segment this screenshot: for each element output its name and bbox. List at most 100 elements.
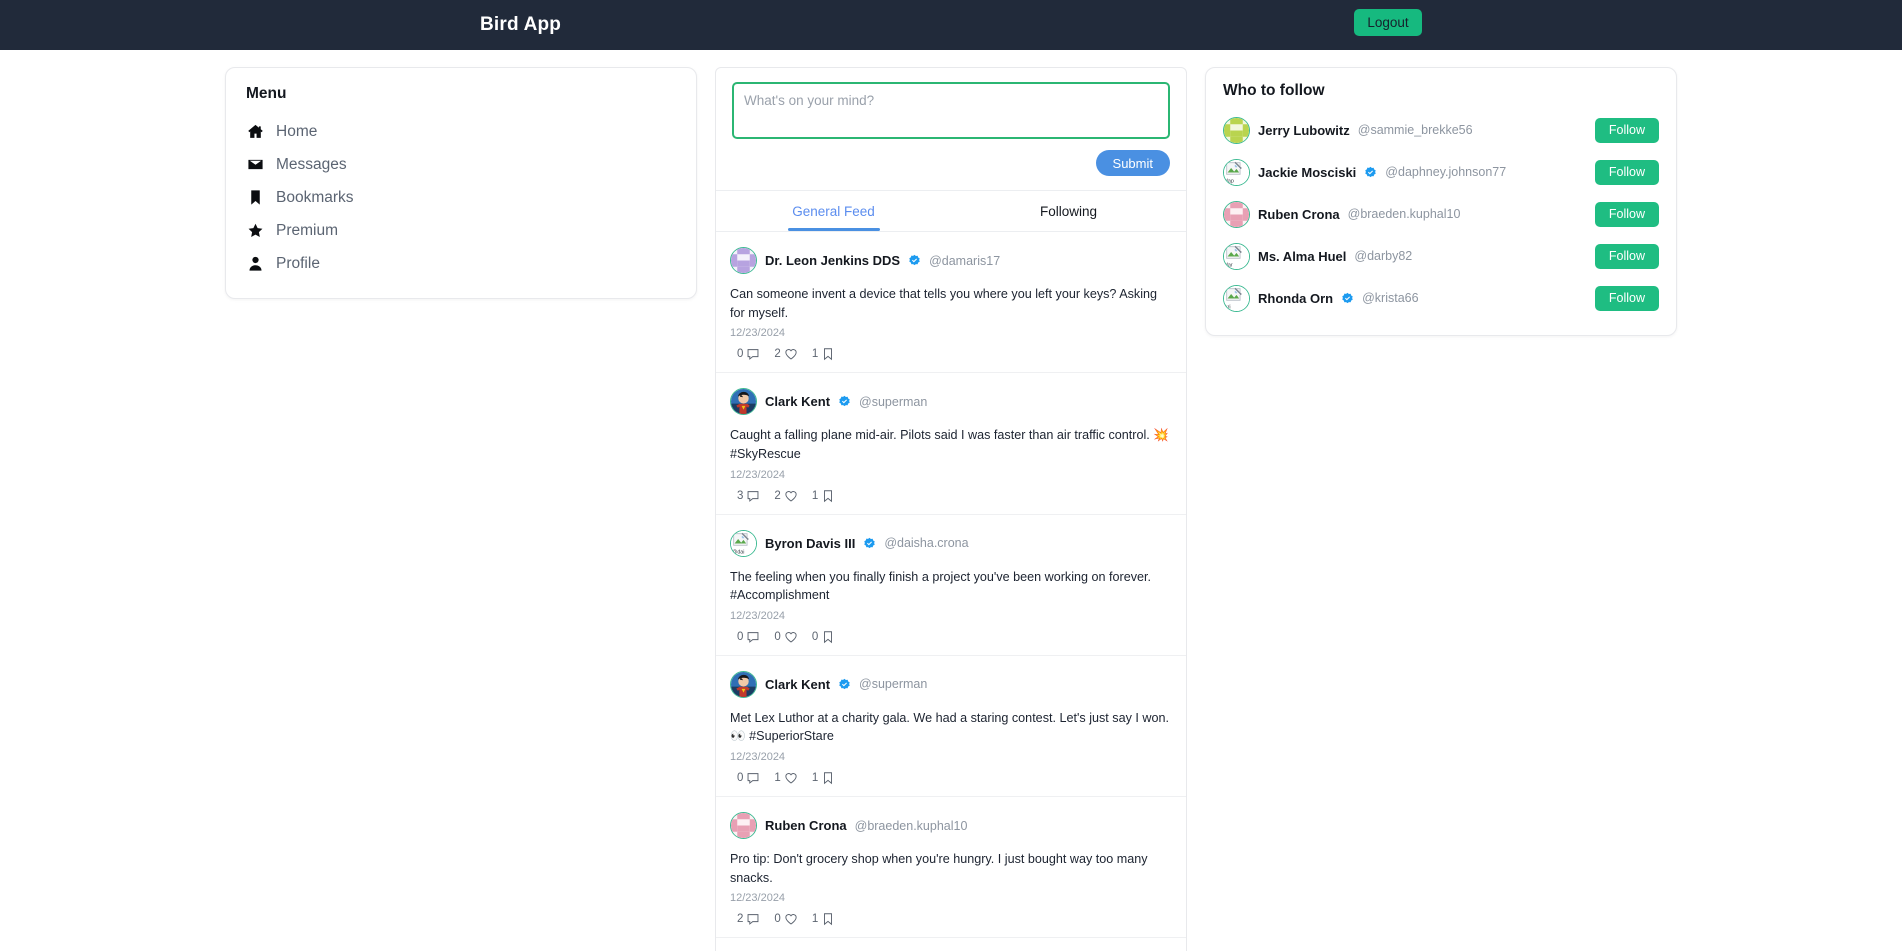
avatar[interactable]	[1223, 116, 1250, 144]
like-count: 0	[774, 913, 781, 926]
follow-suggestion-row: dap Jackie Mosciski @daphney.johnson77 Foll…	[1223, 151, 1659, 193]
post-author[interactable]: Clark Kent	[765, 394, 830, 409]
svg-text:dap: dap	[1225, 178, 1234, 184]
like-count: 2	[774, 348, 781, 361]
post-actions: 0 0 0	[730, 630, 1172, 644]
follow-user[interactable]: Jerry Lubowitz @sammie_brekke56	[1223, 116, 1595, 144]
avatar[interactable]: dap	[1223, 158, 1250, 186]
like-action[interactable]: 0	[774, 630, 797, 644]
comment-icon	[747, 349, 759, 361]
tab-following[interactable]: Following	[951, 191, 1186, 231]
broken-image-icon: dap	[1224, 159, 1249, 185]
post-handle[interactable]: @daisha.crona	[884, 536, 968, 550]
follow-user-handle[interactable]: @krista66	[1362, 291, 1418, 305]
bookmark-action[interactable]: 1	[812, 771, 835, 785]
post-text: Pro tip: Don't grocery shop when you're …	[730, 852, 1148, 885]
tab-general-feed[interactable]: General Feed	[716, 191, 951, 231]
follow-button[interactable]: Follow	[1594, 117, 1659, 143]
logout-button[interactable]: Logout	[1354, 9, 1422, 36]
broken-image-icon: @dai	[731, 530, 756, 556]
bookmark-count: 1	[811, 772, 819, 784]
post-date: 12/23/2024	[730, 751, 786, 763]
bookmark-outline-icon	[824, 348, 833, 361]
avatar[interactable]	[730, 670, 757, 698]
avatar[interactable]	[730, 388, 757, 416]
avatar[interactable]	[730, 812, 757, 839]
heart-icon	[785, 773, 797, 784]
submit-button[interactable]: Submit	[1095, 150, 1170, 176]
bookmark-outline-icon	[824, 772, 833, 785]
post-header: Clark Kent @superman	[730, 670, 1172, 698]
compose-input[interactable]	[732, 82, 1170, 139]
bookmark-action[interactable]: 1	[812, 347, 835, 361]
like-action[interactable]: 0	[774, 912, 797, 926]
like-action[interactable]: 2	[774, 347, 797, 361]
post-author[interactable]: Ruben Crona	[765, 818, 847, 833]
comment-icon	[747, 490, 759, 502]
comment-action[interactable]: 3	[737, 489, 760, 503]
follow-user[interactable]: kri Rhonda Orn @krista66	[1223, 284, 1595, 312]
follow-button[interactable]: Follow	[1594, 201, 1659, 227]
follow-user-handle[interactable]: @darby82	[1354, 249, 1412, 263]
home-icon	[246, 122, 265, 141]
post-handle[interactable]: @superman	[859, 395, 927, 409]
like-count: 1	[774, 772, 781, 784]
follow-user-name[interactable]: Rhonda Orn	[1258, 291, 1333, 306]
follow-user-handle[interactable]: @braeden.kuphal10	[1348, 207, 1461, 221]
avatar[interactable]: @dai	[730, 529, 757, 557]
bookmark-action[interactable]: 1	[812, 912, 835, 926]
like-count: 2	[774, 489, 781, 502]
menu-item-bookmarks[interactable]: Bookmarks	[246, 181, 676, 214]
post-item: @dai Byron Davis III @daisha.crona The feel…	[716, 515, 1186, 656]
post-author[interactable]: Dr. Leon Jenkins DDS	[765, 253, 900, 268]
follow-user-name[interactable]: Ruben Crona	[1258, 207, 1340, 222]
follow-user-handle[interactable]: @daphney.johnson77	[1385, 165, 1506, 179]
follow-user[interactable]: Ruben Crona @braeden.kuphal10	[1223, 200, 1595, 228]
post-handle[interactable]: @superman	[859, 677, 927, 691]
comment-action[interactable]: 0	[737, 771, 760, 785]
comment-action[interactable]: 0	[737, 347, 760, 361]
follow-user-name[interactable]: Jackie Mosciski	[1258, 165, 1356, 180]
avatar[interactable]: kri	[1223, 284, 1250, 312]
follow-user-name[interactable]: Ms. Alma Huel	[1258, 249, 1346, 264]
menu-item-label: Messages	[276, 155, 347, 173]
avatar[interactable]: dar	[1223, 242, 1250, 270]
comment-action[interactable]: 0	[737, 630, 760, 644]
follow-user[interactable]: dap Jackie Mosciski @daphney.johnson77	[1223, 158, 1595, 186]
follow-user[interactable]: dar Ms. Alma Huel @darby82	[1223, 242, 1595, 270]
comment-count: 2	[737, 913, 744, 926]
comment-count: 0	[737, 772, 744, 784]
follow-button[interactable]: Follow	[1594, 243, 1659, 269]
like-action[interactable]: 1	[774, 771, 797, 785]
heart-icon	[785, 914, 797, 925]
post-actions: 3 2 1	[730, 489, 1172, 503]
bookmark-action[interactable]: 1	[812, 489, 835, 503]
heart-icon	[785, 490, 797, 502]
post-actions: 0 1 1	[730, 771, 1172, 785]
verified-badge-icon	[839, 396, 850, 407]
like-action[interactable]: 2	[774, 489, 797, 503]
who-to-follow-panel: Who to follow Jerry Lubowitz @sammie_brek…	[1205, 67, 1677, 336]
star-icon	[246, 221, 265, 240]
menu-item-profile[interactable]: Profile	[246, 247, 676, 280]
follow-user-name[interactable]: Jerry Lubowitz	[1258, 123, 1350, 138]
post-date: 12/23/2024	[730, 892, 786, 905]
avatar[interactable]	[730, 247, 757, 274]
follow-user-handle[interactable]: @sammie_brekke56	[1358, 123, 1473, 137]
menu-item-messages[interactable]: Messages	[246, 148, 676, 181]
avatar[interactable]	[1223, 200, 1250, 228]
follow-button[interactable]: Follow	[1594, 159, 1659, 185]
menu-item-home[interactable]: Home	[246, 115, 676, 148]
post-handle[interactable]: @damaris17	[929, 254, 1000, 268]
post-author[interactable]: Byron Davis III	[765, 536, 855, 551]
menu-item-premium[interactable]: Premium	[246, 214, 676, 247]
bookmark-icon	[246, 188, 265, 207]
comment-action[interactable]: 2	[737, 912, 760, 926]
post-item: Dr. Leon Jenkins DDS @damaris17 Can someon…	[716, 232, 1186, 374]
post-handle[interactable]: @braeden.kuphal10	[855, 819, 968, 833]
bookmark-action[interactable]: 0	[812, 630, 835, 644]
post-header: Dr. Leon Jenkins DDS @damaris17	[730, 247, 1172, 274]
post-author[interactable]: Clark Kent	[765, 677, 830, 692]
page-body: Menu Home Messages Bookmarks Premium Profile…	[0, 50, 1902, 951]
follow-button[interactable]: Follow	[1594, 285, 1659, 311]
